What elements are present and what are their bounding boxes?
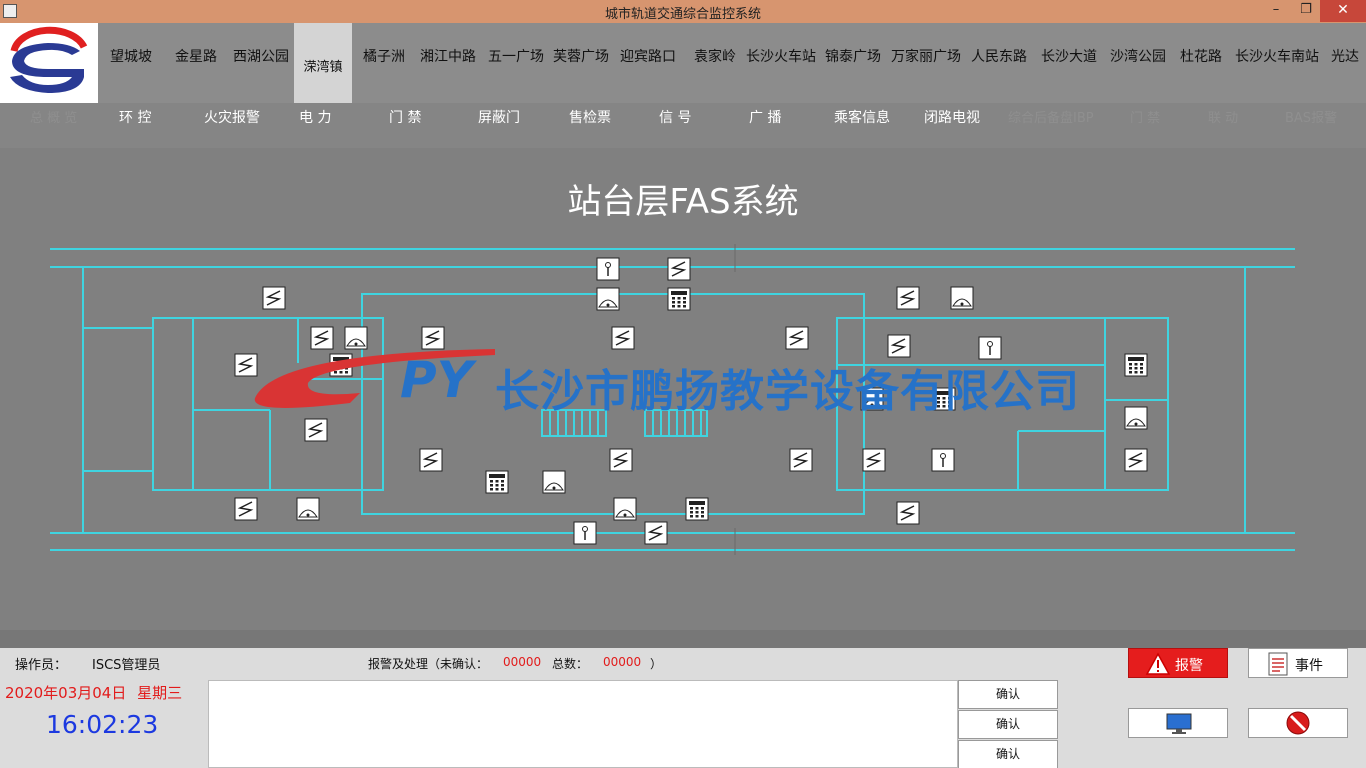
operator-name: ISCS管理员 bbox=[92, 658, 161, 673]
title-bar: 城市轨道交通综合监控系统 – ❐ ✕ bbox=[0, 0, 1366, 23]
smoke-detector-icon[interactable] bbox=[896, 286, 920, 310]
fas-floorplan-panel: 站台层FAS系统 PY 长沙市鹏扬教学设备有限公司 bbox=[0, 148, 1366, 630]
sounder-icon[interactable] bbox=[596, 287, 620, 311]
subsys-tab-access-control[interactable]: 门 禁 bbox=[389, 107, 421, 127]
station-tab-jintaiguangchang[interactable]: 锦泰广场 bbox=[825, 46, 881, 66]
warning-icon bbox=[1145, 652, 1171, 675]
event-button[interactable]: 事件 bbox=[1248, 648, 1348, 678]
station-tab-furongguangchang[interactable]: 芙蓉广场 bbox=[553, 46, 609, 66]
subsys-tab-ticketing[interactable]: 售检票 bbox=[569, 107, 611, 127]
close-paren: ） bbox=[650, 657, 663, 671]
subsys-tab-bas-alarm[interactable]: BAS报警 bbox=[1285, 107, 1337, 126]
subsys-tab-passenger-info[interactable]: 乘客信息 bbox=[834, 107, 890, 127]
date-text: 2020年03月04日 bbox=[5, 684, 127, 702]
smoke-detector-icon[interactable] bbox=[1124, 448, 1148, 472]
manual-call-point-icon[interactable] bbox=[573, 521, 597, 545]
station-tab-renmindonglu[interactable]: 人民东路 bbox=[971, 46, 1027, 66]
current-time: 16:02:23 bbox=[46, 710, 159, 739]
station-nav-bar: 望城坡 金星路 西湖公园 溁湾镇 橘子洲 湘江中路 五一广场 芙蓉广场 迎宾路口… bbox=[98, 23, 1366, 103]
confirm-button[interactable]: 确认 bbox=[958, 740, 1058, 768]
smoke-detector-icon[interactable] bbox=[609, 448, 633, 472]
stop-button[interactable] bbox=[1248, 708, 1348, 738]
document-icon bbox=[1268, 652, 1288, 676]
smoke-detector-icon[interactable] bbox=[789, 448, 813, 472]
subsys-tab-fire-alarm[interactable]: 火灾报警 bbox=[204, 107, 260, 127]
company-watermark: PY 长沙市鹏扬教学设备有限公司 bbox=[250, 343, 1079, 418]
subsys-tab-screen-door[interactable]: 屏蔽门 bbox=[478, 107, 520, 127]
stop-icon bbox=[1286, 711, 1310, 735]
subsystem-nav-bar: 总 概 览 环 控 火灾报警 电 力 门 禁 屏蔽门 售检票 信 号 广 播 乘… bbox=[0, 103, 1366, 148]
station-tab-wangchengpo[interactable]: 望城坡 bbox=[110, 46, 152, 66]
station-tab-jinxinglu[interactable]: 金星路 bbox=[175, 46, 217, 66]
fire-control-panel-icon[interactable] bbox=[685, 497, 709, 521]
station-tab-guangda[interactable]: 光达 bbox=[1331, 46, 1359, 66]
window-title: 城市轨道交通综合监控系统 bbox=[604, 7, 761, 22]
subsys-tab-cctv[interactable]: 闭路电视 bbox=[924, 107, 980, 127]
subsys-tab-environment[interactable]: 环 控 bbox=[119, 107, 151, 127]
station-tab-shawangongyuan[interactable]: 沙湾公园 bbox=[1110, 46, 1166, 66]
watermark-mark: PY bbox=[400, 351, 473, 409]
monitor-icon bbox=[1166, 713, 1192, 734]
divider bbox=[0, 630, 1366, 648]
subsys-tab-power[interactable]: 电 力 bbox=[299, 107, 331, 127]
fire-control-panel-icon[interactable] bbox=[667, 287, 691, 311]
sounder-icon[interactable] bbox=[542, 470, 566, 494]
weekday-text: 星期三 bbox=[137, 684, 183, 702]
event-button-label: 事件 bbox=[1295, 658, 1323, 674]
station-tab-changshahuochenanzhan[interactable]: 长沙火车南站 bbox=[1235, 46, 1319, 66]
sounder-icon[interactable] bbox=[296, 497, 320, 521]
monitor-button[interactable] bbox=[1128, 708, 1228, 738]
subsys-tab-overview[interactable]: 总 概 览 bbox=[30, 107, 77, 126]
current-date: 2020年03月04日 星期三 bbox=[5, 682, 182, 703]
sounder-icon[interactable] bbox=[950, 286, 974, 310]
fire-control-panel-icon[interactable] bbox=[485, 470, 509, 494]
station-tab-xiangjiangzhonglu[interactable]: 湘江中路 bbox=[420, 46, 476, 66]
subsys-tab-access-2[interactable]: 门 禁 bbox=[1130, 107, 1160, 126]
subsys-tab-ibp[interactable]: 综合后备盘IBP bbox=[1008, 107, 1094, 126]
station-tab-changshadadao[interactable]: 长沙大道 bbox=[1041, 46, 1097, 66]
total-label: 总数： bbox=[552, 657, 589, 671]
minimize-button[interactable]: – bbox=[1262, 0, 1290, 22]
close-button[interactable]: ✕ bbox=[1320, 0, 1366, 22]
fire-control-panel-icon[interactable] bbox=[1124, 353, 1148, 377]
manual-call-point-icon[interactable] bbox=[931, 448, 955, 472]
restore-button[interactable]: ❐ bbox=[1292, 0, 1320, 22]
station-tab-duhualu[interactable]: 杜花路 bbox=[1180, 46, 1222, 66]
operator-label: 操作员： bbox=[15, 658, 68, 673]
alarm-button[interactable]: 报警 bbox=[1128, 648, 1228, 678]
status-panel: 操作员： ISCS管理员 报警及处理（未确认： 00000 总数： 00000 … bbox=[0, 648, 1366, 768]
station-tab-yuanjialing[interactable]: 袁家岭 bbox=[694, 46, 736, 66]
subsys-tab-linkage[interactable]: 联 动 bbox=[1208, 107, 1238, 126]
station-tab-juzizhou[interactable]: 橘子洲 bbox=[363, 46, 405, 66]
alarm-button-label: 报警 bbox=[1175, 658, 1203, 674]
alarm-list[interactable] bbox=[208, 680, 958, 768]
metro-logo bbox=[0, 23, 98, 103]
subsys-tab-signal[interactable]: 信 号 bbox=[659, 107, 691, 127]
smoke-detector-icon[interactable] bbox=[667, 257, 691, 281]
station-tab-xihugongyuan[interactable]: 西湖公园 bbox=[233, 46, 289, 66]
manual-call-point-icon[interactable] bbox=[596, 257, 620, 281]
smoke-detector-icon[interactable] bbox=[862, 448, 886, 472]
smoke-detector-icon[interactable] bbox=[234, 497, 258, 521]
station-tab-yingwanzhen[interactable]: 溁湾镇 bbox=[294, 23, 352, 103]
alarm-summary-label: 报警及处理（未确认： bbox=[368, 657, 489, 671]
smoke-detector-icon[interactable] bbox=[304, 418, 328, 442]
sounder-icon[interactable] bbox=[1124, 406, 1148, 430]
confirm-button[interactable]: 确认 bbox=[958, 710, 1058, 739]
sounder-icon[interactable] bbox=[613, 497, 637, 521]
subsys-tab-broadcast[interactable]: 广 播 bbox=[749, 107, 781, 127]
station-tab-yingbinlukou[interactable]: 迎宾路口 bbox=[620, 46, 676, 66]
smoke-detector-icon[interactable] bbox=[262, 286, 286, 310]
smoke-detector-icon[interactable] bbox=[896, 501, 920, 525]
station-tab-wanjialiguangchang[interactable]: 万家丽广场 bbox=[891, 46, 961, 66]
page-title: 站台层FAS系统 bbox=[567, 182, 799, 222]
station-tab-wuyiguangchang[interactable]: 五一广场 bbox=[488, 46, 544, 66]
smoke-detector-icon[interactable] bbox=[419, 448, 443, 472]
total-count: 00000 bbox=[603, 655, 642, 669]
unconfirmed-count: 00000 bbox=[503, 655, 542, 669]
station-tab-changshahuochezhan[interactable]: 长沙火车站 bbox=[746, 46, 816, 66]
confirm-button[interactable]: 确认 bbox=[958, 680, 1058, 709]
smoke-detector-icon[interactable] bbox=[644, 521, 668, 545]
watermark-company: 长沙市鹏扬教学设备有限公司 bbox=[495, 366, 1080, 417]
